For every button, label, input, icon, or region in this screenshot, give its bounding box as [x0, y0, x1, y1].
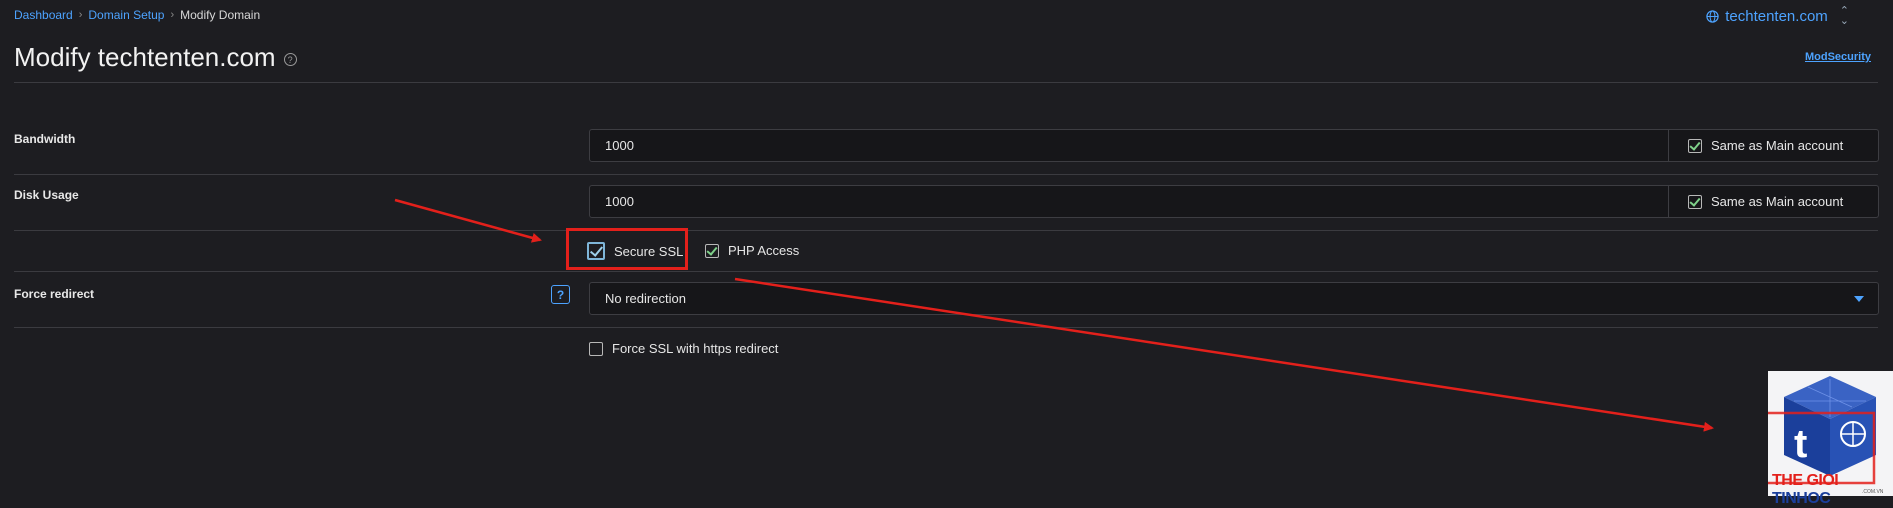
bandwidth-input[interactable]: 1000 — [590, 138, 1668, 153]
force-redirect-label: Force redirect — [14, 287, 95, 301]
watermark-text-blue: TINHOC — [1772, 490, 1831, 507]
force-redirect-selected: No redirection — [605, 291, 686, 306]
divider — [14, 327, 1878, 328]
breadcrumb-domain-setup[interactable]: Domain Setup — [88, 8, 164, 22]
globe-icon — [1706, 9, 1719, 23]
divider — [14, 174, 1878, 175]
domain-selector[interactable]: techtenten.com ⌃ ⌄ — [1706, 5, 1849, 27]
chevron-right-icon: › — [170, 9, 175, 21]
chevron-right-icon: › — [78, 9, 83, 21]
page-title-text: Modify techtenten.com — [14, 42, 276, 72]
chevron-updown-icon: ⌃ ⌄ — [1839, 5, 1849, 27]
watermark-subtext: .COM.VN — [1862, 489, 1884, 495]
breadcrumb-dashboard[interactable]: Dashboard — [14, 8, 73, 22]
divider — [14, 230, 1878, 231]
svg-text:t: t — [1794, 422, 1807, 466]
disk-usage-input[interactable]: 1000 — [590, 194, 1668, 209]
force-ssl-checkbox[interactable] — [589, 341, 603, 356]
disk-usage-same-as-main-checkbox[interactable] — [1688, 194, 1702, 209]
disk-usage-field: 1000 Same as Main account — [589, 185, 1879, 218]
bandwidth-same-as-main[interactable]: Same as Main account — [1668, 130, 1878, 161]
caret-down-icon — [1854, 296, 1864, 302]
bandwidth-same-as-main-checkbox[interactable] — [1688, 138, 1702, 153]
divider — [14, 82, 1878, 83]
bandwidth-field: 1000 Same as Main account — [589, 129, 1879, 162]
disk-usage-label: Disk Usage — [14, 188, 79, 202]
force-redirect-help-button[interactable]: ? — [551, 285, 570, 304]
disk-usage-same-as-main[interactable]: Same as Main account — [1668, 186, 1878, 217]
breadcrumb-current: Modify Domain — [180, 8, 261, 22]
php-access-option[interactable]: PHP Access — [705, 243, 799, 258]
domain-selector-value: techtenten.com — [1725, 7, 1828, 25]
page-title: Modify techtenten.com ? — [14, 42, 297, 73]
disk-usage-same-as-main-label: Same as Main account — [1711, 194, 1844, 209]
annotation-arrows — [394, 198, 1714, 432]
modsecurity-link[interactable]: ModSecurity — [1805, 51, 1871, 63]
force-redirect-select[interactable]: No redirection — [589, 282, 1879, 315]
highlight-box — [566, 228, 688, 270]
watermark-text-red: THE GIOI — [1772, 472, 1839, 489]
force-ssl-label: Force SSL with https redirect — [612, 341, 779, 356]
arrow-to-secure-ssl — [394, 198, 542, 243]
bandwidth-label: Bandwidth — [14, 132, 76, 146]
php-access-checkbox[interactable] — [705, 243, 719, 258]
help-icon[interactable]: ? — [283, 53, 297, 66]
bandwidth-same-as-main-label: Same as Main account — [1711, 138, 1844, 153]
php-access-label: PHP Access — [728, 243, 800, 258]
breadcrumb: Dashboard › Domain Setup › Modify Domain — [14, 8, 260, 22]
force-ssl-option[interactable]: Force SSL with https redirect — [589, 341, 778, 356]
divider — [14, 271, 1878, 272]
